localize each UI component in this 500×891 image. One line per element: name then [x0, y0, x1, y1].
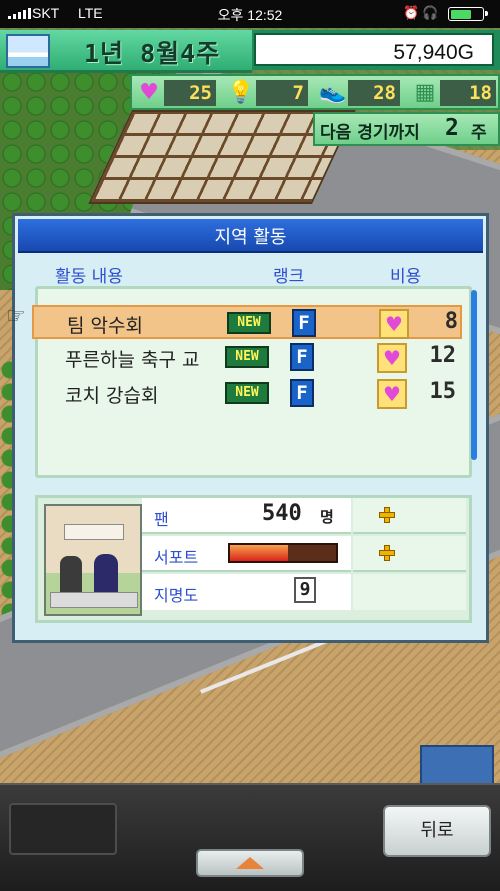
- stats-bar: ♥ 25 💡 7 👟 28 ▦ 18: [130, 74, 500, 110]
- heart-icon: ♥: [377, 343, 407, 373]
- sneaker-icon: 👟: [319, 79, 347, 105]
- money-value: 57,940G: [393, 41, 474, 64]
- support-gauge: [228, 543, 338, 563]
- next-game-unit: 주: [471, 123, 487, 143]
- activity-name: 코치 강습회: [65, 385, 159, 407]
- plus-icon[interactable]: [379, 507, 395, 523]
- support-label: 서포트: [154, 548, 199, 567]
- alarm-icon: ⏰: [403, 5, 420, 20]
- empty-slot: [9, 803, 117, 855]
- stat-value: 28: [348, 80, 400, 106]
- back-button[interactable]: 뒤로: [383, 805, 491, 857]
- fans-label: 팬: [154, 510, 169, 529]
- dialog-titlebar: 지역 활동: [18, 219, 483, 253]
- fame-empty-cell: [353, 574, 466, 610]
- status-bar: SKT LTE 오후 12:52 ⏰ 🎧: [0, 0, 500, 28]
- stat-value: 25: [164, 80, 216, 106]
- rank-badge: F: [290, 379, 314, 407]
- money-panel: 57,940G: [252, 30, 500, 70]
- fame-row: 지명도 9: [142, 574, 351, 610]
- rank-badge: F: [292, 309, 316, 337]
- activity-cost: 12: [429, 343, 457, 368]
- fame-label: 지명도: [154, 586, 199, 605]
- plus-icon[interactable]: [379, 545, 395, 561]
- new-badge: NEW: [227, 312, 271, 334]
- bottom-bar: 뒤로: [0, 783, 500, 891]
- next-game-label: 다음 경기까지: [320, 123, 420, 143]
- fame-value: 9: [294, 577, 316, 603]
- stat-value: 7: [256, 80, 308, 106]
- new-badge: NEW: [225, 346, 269, 368]
- support-plus-cell: [353, 536, 466, 572]
- portrait-image: [44, 504, 142, 616]
- hand-pointer-icon: ☞: [6, 304, 26, 329]
- stat-value: 18: [440, 80, 496, 106]
- activity-row[interactable]: 팀 악수회 NEW F ♥ 8: [32, 305, 462, 339]
- rank-badge: F: [290, 343, 314, 371]
- battery-icon: [448, 7, 488, 21]
- lightbulb-icon: 💡: [227, 79, 255, 105]
- list-scrollbar[interactable]: [471, 290, 477, 460]
- activity-row[interactable]: 코치 강습회 NEW F ♥ 15: [32, 377, 462, 411]
- heart-icon: ♥: [379, 309, 409, 339]
- heart-icon: ♥: [139, 79, 159, 105]
- arrow-up-icon: [236, 857, 264, 869]
- activity-name: 팀 악수회: [67, 315, 143, 337]
- fans-value: 540: [262, 501, 302, 526]
- support-row: 서포트: [142, 536, 351, 572]
- header-rank: 랭크: [273, 267, 305, 287]
- next-game-weeks: 2: [445, 115, 459, 141]
- fans-plus-cell: [353, 498, 466, 534]
- fans-unit: 명: [320, 508, 334, 526]
- next-game-panel: 다음 경기까지 2 주: [313, 112, 500, 146]
- fans-row: 팬 540 명: [142, 498, 351, 534]
- local-activity-dialog: 지역 활동 활동 내용 랭크 비용 팀 악수회 NEW F ♥ 8 푸른하늘 축구 교 NE…: [12, 213, 489, 643]
- header-activity: 활동 내용: [55, 267, 123, 287]
- date-panel: 1년 8월4주: [0, 30, 252, 73]
- game-date: 1년 8월4주: [84, 39, 221, 68]
- new-badge: NEW: [225, 382, 269, 404]
- header-cost: 비용: [390, 267, 422, 287]
- expand-menu-button[interactable]: [196, 849, 304, 877]
- activity-row[interactable]: 푸른하늘 축구 교 NEW F ♥ 12: [32, 341, 462, 375]
- activity-list[interactable]: 팀 악수회 NEW F ♥ 8 푸른하늘 축구 교 NEW F ♥ 12 코치 강습회 NEW F ♥ 15: [32, 286, 472, 478]
- team-logo-icon: [6, 34, 50, 68]
- field-icon: ▦: [414, 79, 436, 105]
- activity-name: 푸른하늘 축구 교: [65, 349, 200, 371]
- headphones-icon: 🎧: [422, 5, 439, 20]
- heart-icon: ♥: [377, 379, 407, 409]
- activity-cost: 15: [429, 379, 457, 404]
- dialog-title: 지역 활동: [214, 227, 287, 248]
- info-panel: 팬 540 명 서포트 지명도 9: [35, 495, 472, 623]
- activity-cost: 8: [444, 309, 458, 334]
